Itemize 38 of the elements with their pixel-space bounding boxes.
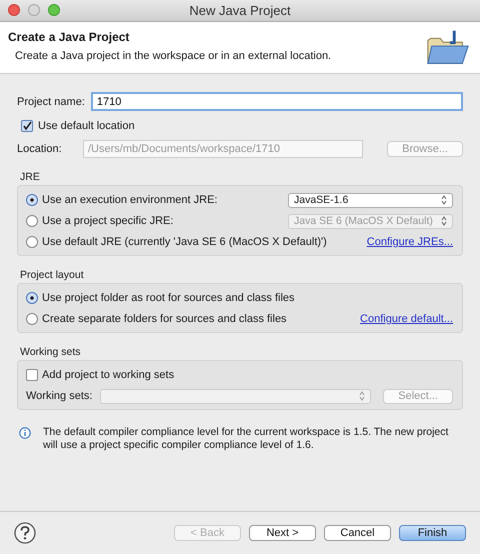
- help-icon[interactable]: [14, 522, 36, 544]
- checkbox[interactable]: [26, 369, 38, 381]
- stepper-arrows-icon: [359, 391, 366, 401]
- radio-button[interactable]: [26, 236, 38, 248]
- dialog-button[interactable]: Finish: [399, 525, 466, 541]
- radio-button[interactable]: [26, 194, 38, 206]
- radio-label: Use project folder as root for sources and class files: [42, 292, 296, 304]
- dialog-button[interactable]: Next >: [249, 525, 316, 541]
- link[interactable]: Configure default...: [360, 313, 453, 325]
- group-title: JRE: [20, 171, 41, 183]
- close-icon[interactable]: [8, 4, 20, 16]
- field-label: Location:: [17, 143, 63, 155]
- page-description: Create a Java project in the workspace or in an external location.: [14, 50, 332, 62]
- field-label: Working sets:: [26, 390, 92, 402]
- stepper-arrows-icon: [441, 216, 447, 226]
- group-title: Working sets: [20, 346, 82, 358]
- checkbox-label: Add project to working sets: [42, 369, 174, 381]
- window-title: New Java Project: [189, 3, 291, 18]
- radio-button[interactable]: [26, 292, 38, 304]
- dropdown[interactable]: JavaSE-1.6: [288, 192, 453, 208]
- radio-button[interactable]: [26, 313, 38, 325]
- minimize-icon[interactable]: [28, 4, 40, 16]
- info-icon: [19, 427, 31, 439]
- zoom-icon[interactable]: [48, 4, 60, 16]
- radio-label: Create separate folders for sources and class files: [42, 313, 288, 325]
- page-title: Create a Java Project: [8, 30, 130, 44]
- dialog-button[interactable]: Cancel: [324, 525, 391, 541]
- link[interactable]: Configure JREs...: [366, 236, 453, 248]
- field-label: Project name:: [17, 96, 85, 108]
- stepper-arrows-icon: [441, 195, 447, 205]
- info-message: The default compiler compliance level for the current workspace is 1.5. The new project will use a project specific compiler compliance level of 1.6.: [43, 426, 450, 452]
- radio-label: Use a project specific JRE:: [42, 215, 174, 227]
- radio-label: Use an execution environment JRE:: [42, 194, 218, 206]
- checkbox[interactable]: [21, 120, 33, 132]
- project-name-field[interactable]: 1710: [90, 92, 463, 111]
- group-title: Project layout: [20, 269, 85, 281]
- radio-label: Use default JRE (currently 'Java SE 6 (MacOS X Default)'): [42, 236, 328, 248]
- checkbox-label: Use default location: [38, 120, 135, 132]
